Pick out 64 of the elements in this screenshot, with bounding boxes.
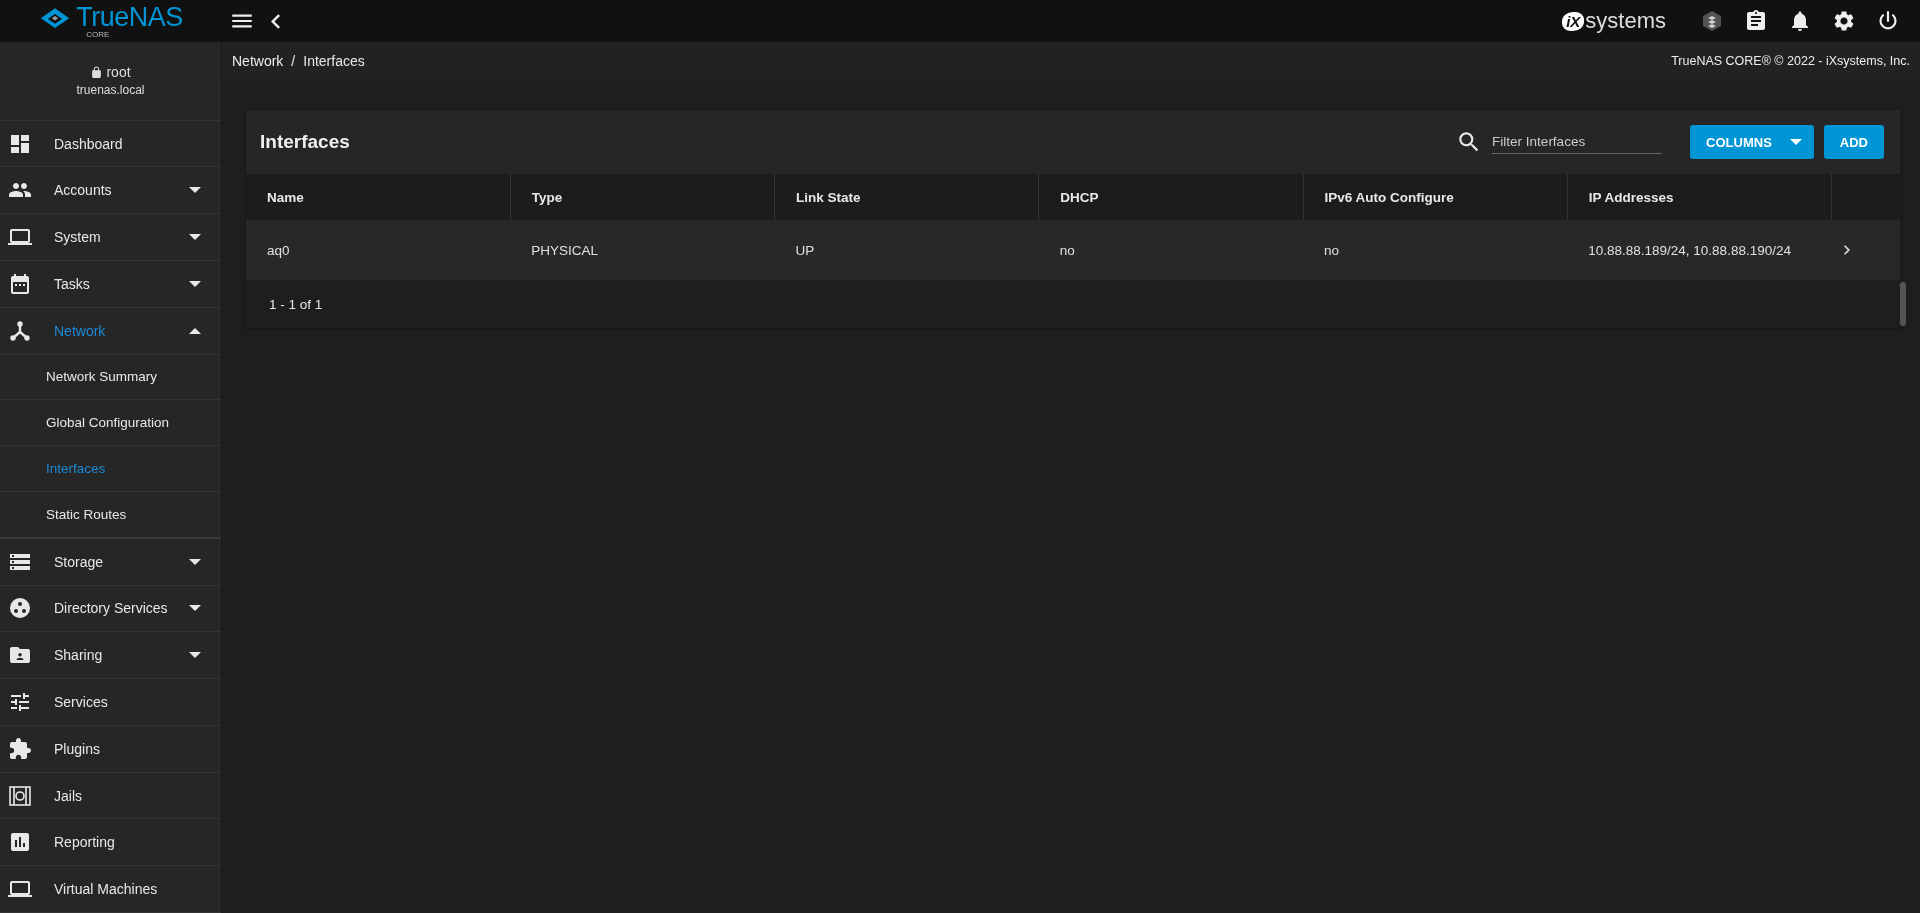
nav-subitem[interactable]: Global Configuration <box>0 400 221 447</box>
hostname: truenas.local <box>76 83 145 98</box>
nav-item[interactable]: Reporting <box>0 819 221 867</box>
caret-up-icon <box>189 327 201 334</box>
tasks-button[interactable] <box>1744 9 1768 33</box>
table-cell: no <box>1038 220 1303 281</box>
ixsystems-logo: iX systems <box>1562 8 1666 34</box>
nav-subitem[interactable]: Network Summary <box>0 354 221 401</box>
caret-down-icon <box>189 605 201 612</box>
copyright-text: TrueNAS CORE® © 2022 - iXsystems, Inc. <box>1671 54 1910 68</box>
table-cell: UP <box>774 220 1039 281</box>
table-cell: aq0 <box>246 220 511 281</box>
nav-item[interactable]: Virtual Machines <box>0 866 221 913</box>
column-header[interactable]: DHCP <box>1038 174 1303 220</box>
nav-item[interactable]: Services <box>0 679 221 726</box>
nav-subitem[interactable]: Interfaces <box>0 446 221 492</box>
network-icon <box>8 318 32 343</box>
breadcrumb-link[interactable]: Network <box>232 53 284 69</box>
table-cell: PHYSICAL <box>510 220 775 281</box>
table-cell: no <box>1303 220 1568 281</box>
column-header[interactable]: IPv6 Auto Configure <box>1303 174 1568 220</box>
caret-down-icon <box>189 234 201 241</box>
nav-item[interactable]: Jails <box>0 772 221 820</box>
chevron-left-icon <box>271 13 280 29</box>
breadcrumb-current: Interfaces <box>303 53 365 69</box>
nav-item[interactable]: Plugins <box>0 725 221 773</box>
column-header[interactable]: IP Addresses <box>1567 174 1832 220</box>
expand-row-button[interactable] <box>1843 244 1850 255</box>
nav-item[interactable]: Directory Services <box>0 585 221 633</box>
nav-item[interactable]: Accounts <box>0 167 221 215</box>
table-cell: 10.88.88.189/24, 10.88.88.190/24 <box>1567 220 1832 281</box>
caret-down-icon <box>189 280 201 287</box>
caret-down-icon <box>189 187 201 194</box>
caret-down-icon <box>189 558 201 565</box>
nav-item[interactable]: Network <box>0 307 221 355</box>
truecommand-button[interactable] <box>1700 9 1724 33</box>
cage-icon <box>8 783 32 808</box>
clipboard-icon <box>1744 9 1768 33</box>
pagination-range: 1 - 1 of 1 <box>269 297 323 312</box>
scrollbar-thumb[interactable] <box>1900 282 1906 326</box>
nav-item[interactable]: Storage <box>0 538 221 586</box>
caret-down-icon <box>189 652 201 659</box>
settings-icon <box>1832 9 1856 33</box>
nav-item[interactable]: Sharing <box>0 632 221 680</box>
column-header[interactable]: Type <box>510 174 775 220</box>
caret-down-icon <box>1789 139 1802 145</box>
chevron-right-icon <box>1843 244 1850 255</box>
calendar-icon <box>8 271 32 296</box>
column-header[interactable]: Name <box>246 174 511 220</box>
puzzle-icon <box>8 736 32 761</box>
nav-item[interactable]: System <box>0 214 221 261</box>
truenas-logo: TrueNAS CORE <box>76 3 183 39</box>
hexagon-logo-icon <box>1700 9 1724 33</box>
nav-subitem[interactable]: Static Routes <box>0 491 221 539</box>
nav-item[interactable]: Tasks <box>0 261 221 308</box>
column-header[interactable]: Link State <box>774 174 1039 220</box>
card-title: Interfaces <box>260 131 351 153</box>
collapse-button[interactable] <box>271 13 280 29</box>
nav-item[interactable]: Dashboard <box>0 120 221 168</box>
settings-button[interactable] <box>1832 9 1856 33</box>
lock-icon <box>90 65 104 79</box>
username: root <box>106 64 131 81</box>
filter-field[interactable]: Filter Interfaces <box>1492 130 1663 154</box>
breadcrumb-separator: / <box>291 53 296 69</box>
